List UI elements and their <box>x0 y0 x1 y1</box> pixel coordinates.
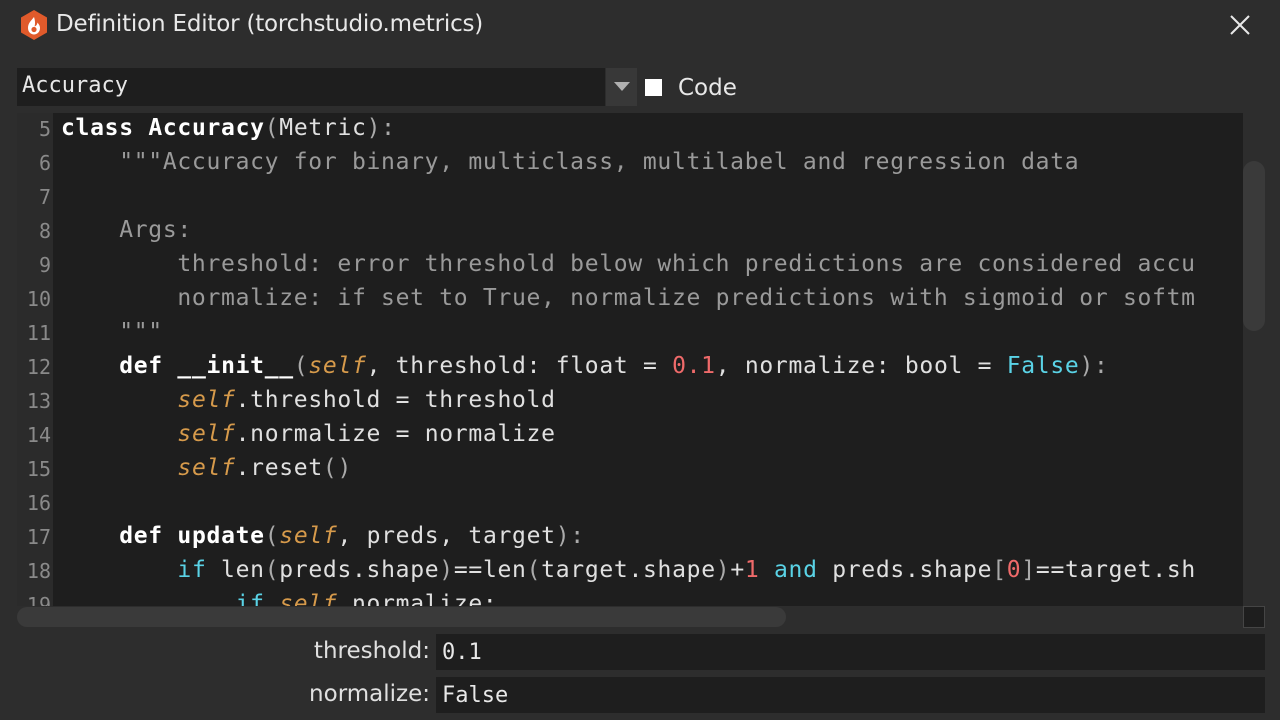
window-title: Definition Editor (torchstudio.metrics) <box>56 11 484 37</box>
normalize-input[interactable] <box>436 677 1265 713</box>
code-editor[interactable]: 5 6 7 8 9 10 11 12 13 14 15 16 17 18 19 … <box>17 113 1243 606</box>
line-number: 8 <box>38 219 51 243</box>
code-line: normalize: if set to True, normalize pre… <box>61 285 1196 311</box>
line-number-gutter: 5 6 7 8 9 10 11 12 13 14 15 16 17 18 19 <box>17 113 53 606</box>
close-button[interactable] <box>1218 5 1262 45</box>
line-number: 7 <box>38 185 51 209</box>
code-line: """ <box>61 319 163 345</box>
definition-select-value: Accuracy <box>22 73 128 98</box>
line-number: 15 <box>26 457 51 481</box>
line-number: 11 <box>26 321 51 345</box>
line-number: 14 <box>26 423 51 447</box>
chevron-down-icon <box>613 82 630 91</box>
code-toggle[interactable]: Code <box>645 73 737 103</box>
code-checkbox-label: Code <box>678 75 737 101</box>
torchstudio-flame-icon <box>21 10 47 40</box>
threshold-label: threshold: <box>313 638 430 664</box>
line-number: 5 <box>38 117 51 141</box>
line-number: 6 <box>38 151 51 175</box>
horizontal-scroll-thumb[interactable] <box>17 607 786 627</box>
threshold-input[interactable] <box>436 634 1265 670</box>
line-number: 19 <box>26 593 51 606</box>
line-number: 18 <box>26 559 51 583</box>
code-line: class Accuracy(Metric): <box>61 115 396 141</box>
code-line: threshold: error threshold below which p… <box>61 251 1196 277</box>
line-number: 13 <box>26 389 51 413</box>
line-number: 16 <box>26 491 51 515</box>
code-line: if self.normalize: <box>235 591 498 606</box>
code-line: """Accuracy for binary, multiclass, mult… <box>61 149 1080 175</box>
scrollbar-corner <box>1243 606 1265 628</box>
code-line: def __init__(self, threshold: float = 0.… <box>119 353 1109 379</box>
close-icon <box>1230 15 1250 35</box>
code-line: def update(self, preds, target): <box>119 523 585 549</box>
definition-dropdown-button[interactable] <box>605 68 637 106</box>
code-line: Args: <box>61 217 192 243</box>
code-checkbox[interactable] <box>645 78 662 96</box>
line-number: 9 <box>38 253 51 277</box>
vertical-scroll-thumb[interactable] <box>1243 161 1265 331</box>
normalize-label: normalize: <box>309 681 430 707</box>
title-bar: Definition Editor (torchstudio.metrics) <box>0 0 1280 54</box>
code-line: if len(preds.shape)==len(target.shape)+1… <box>177 557 1196 583</box>
line-number: 10 <box>26 287 51 311</box>
code-line: self.reset() <box>177 455 352 481</box>
line-number: 12 <box>26 355 51 379</box>
code-line: self.threshold = threshold <box>177 387 556 413</box>
definition-select[interactable]: Accuracy <box>17 68 637 106</box>
line-number: 17 <box>26 525 51 549</box>
code-line: self.normalize = normalize <box>177 421 556 447</box>
